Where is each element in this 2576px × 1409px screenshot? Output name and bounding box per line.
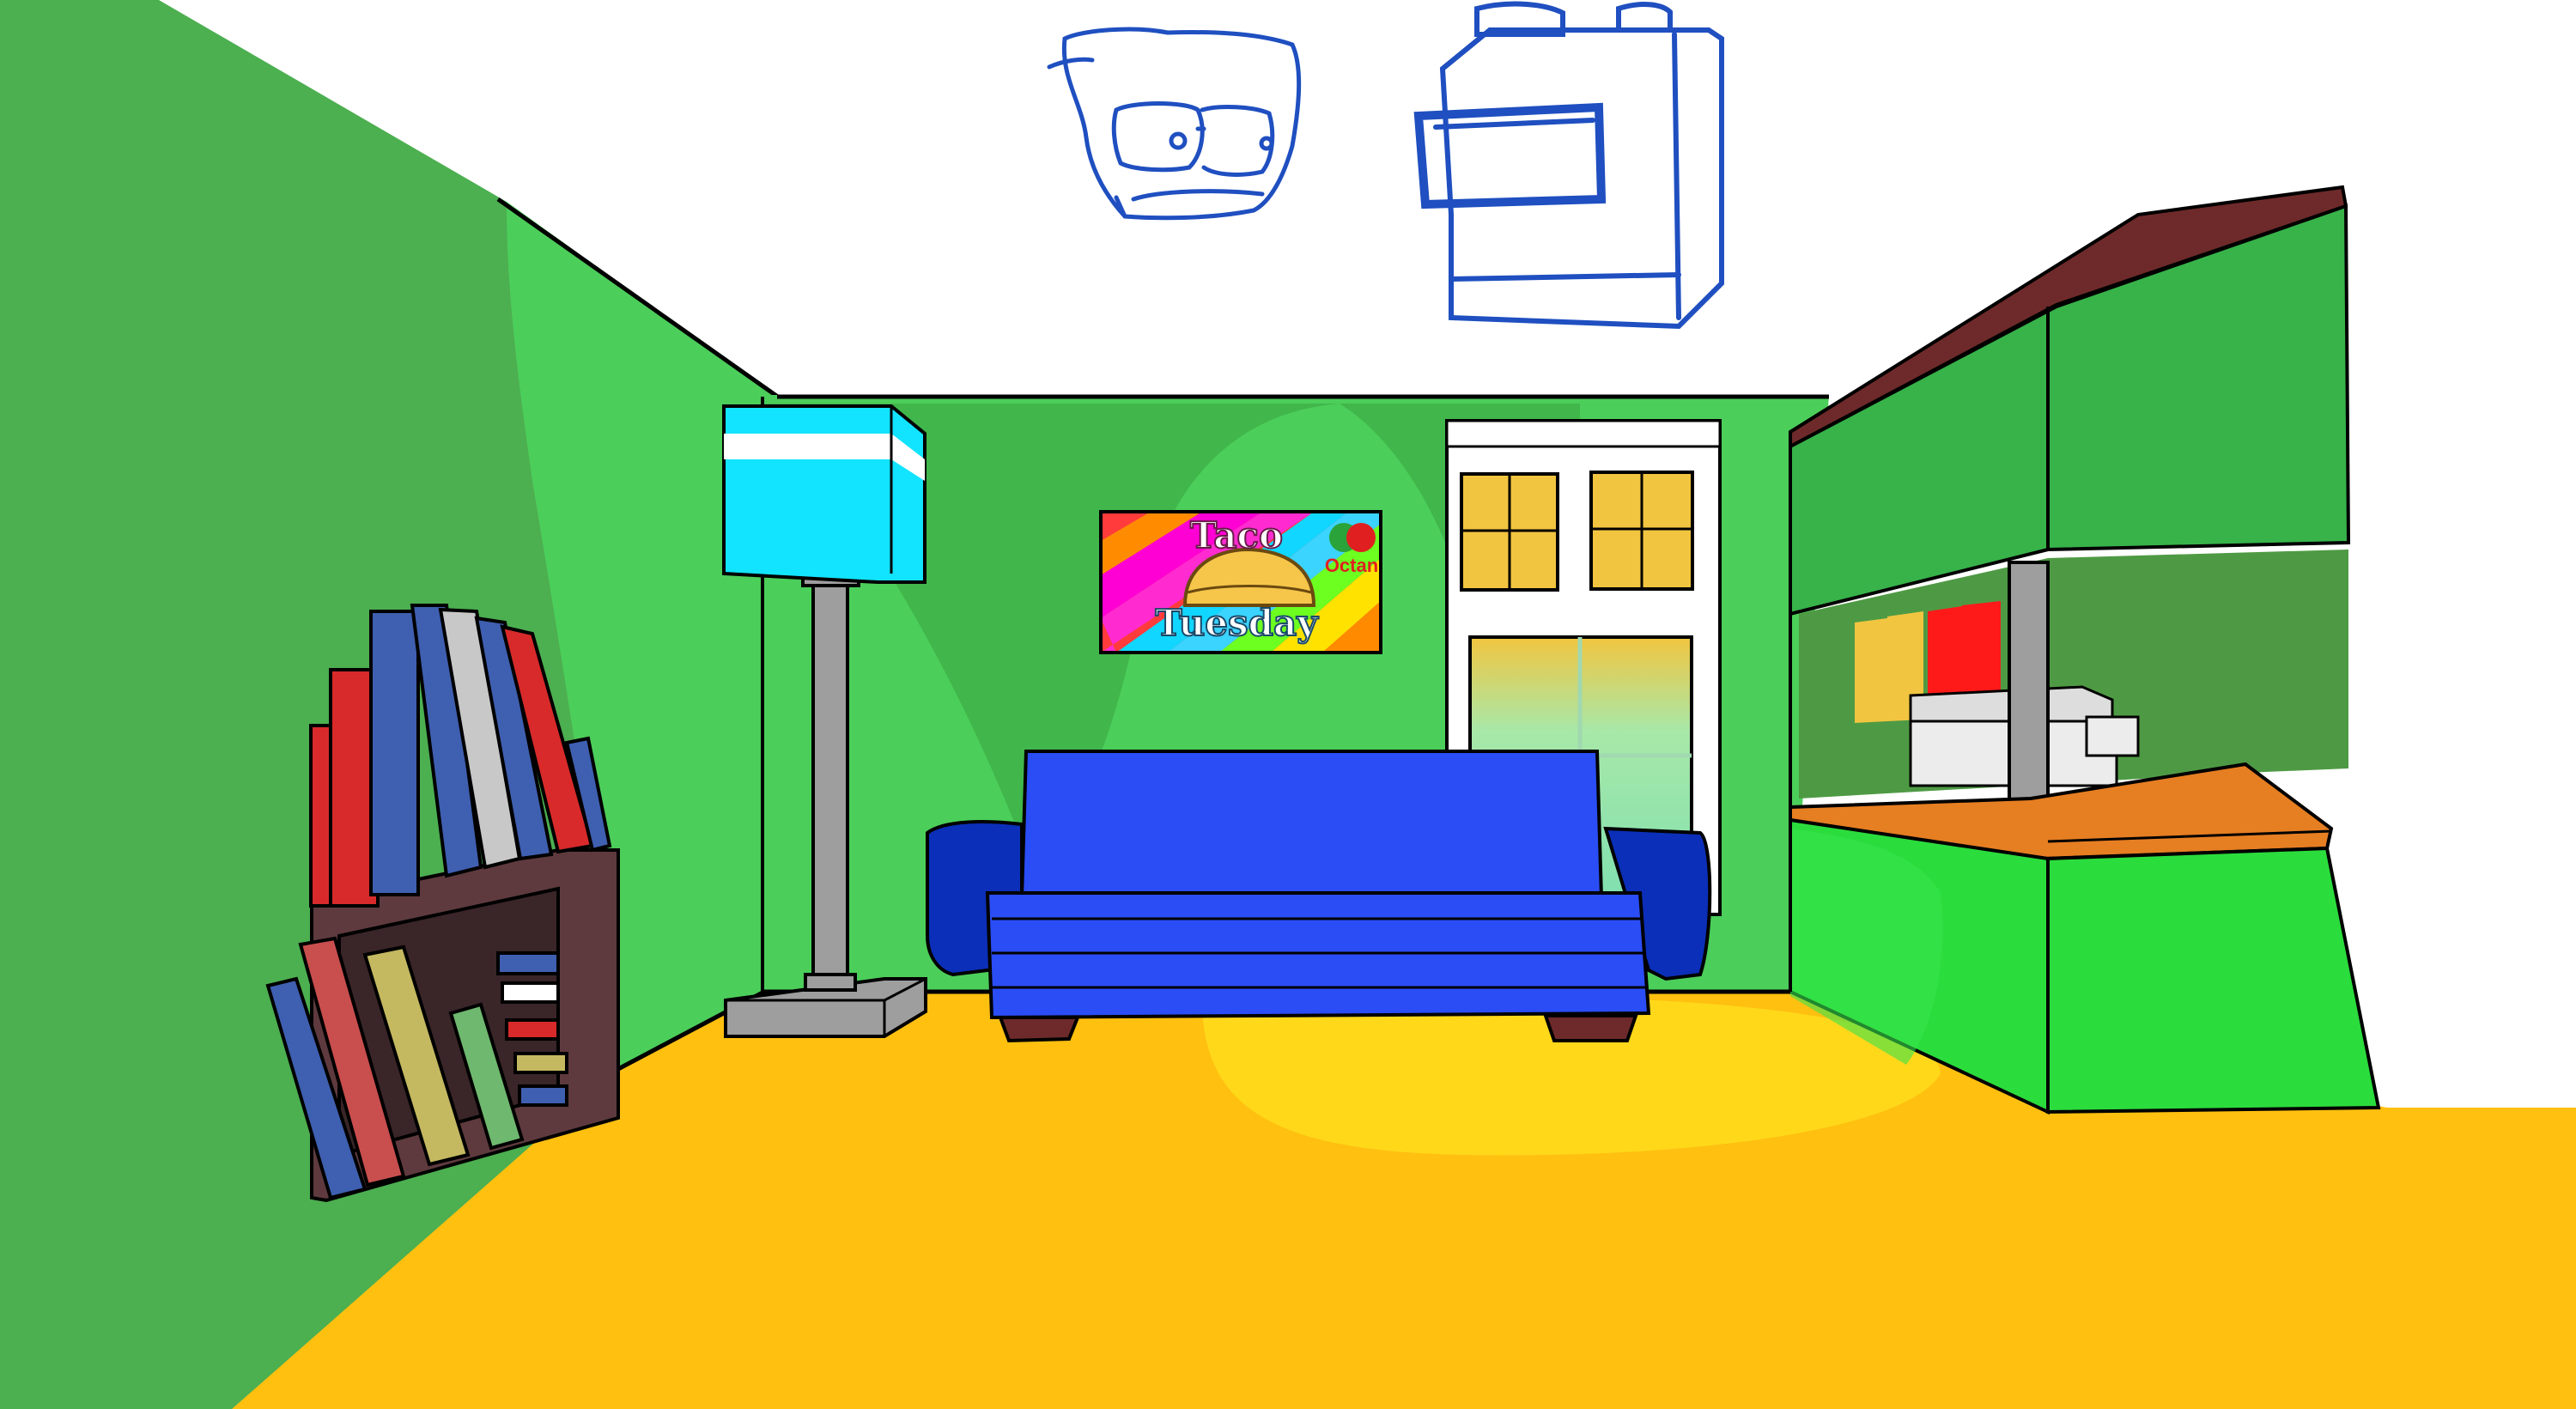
couch-back — [1019, 750, 1604, 899]
poster-brand: Octan — [1325, 555, 1378, 576]
room-scene: Taco Tuesday Octan — [0, 0, 2576, 1409]
blue-couch[interactable] — [926, 750, 1712, 1043]
book — [513, 1052, 568, 1074]
couch-foot-right — [1543, 1014, 1638, 1042]
book — [496, 951, 560, 975]
room-illustration: Taco Tuesday Octan — [0, 0, 2576, 1409]
book — [501, 981, 560, 1004]
taco-tuesday-poster[interactable]: Taco Tuesday Octan — [1099, 510, 1382, 654]
lamp-pole — [811, 578, 849, 992]
poster-line1: Taco — [1190, 514, 1283, 556]
couch-seat — [985, 891, 1651, 1020]
book — [369, 610, 420, 896]
book — [518, 1084, 568, 1107]
counter-front[interactable] — [2046, 846, 2381, 1114]
book — [505, 1018, 560, 1041]
range-hood-pipe — [2008, 561, 2050, 813]
lamp-shade — [722, 404, 927, 584]
couch-foot-left — [998, 1016, 1080, 1043]
poster-line2: Tuesday — [1155, 602, 1319, 644]
